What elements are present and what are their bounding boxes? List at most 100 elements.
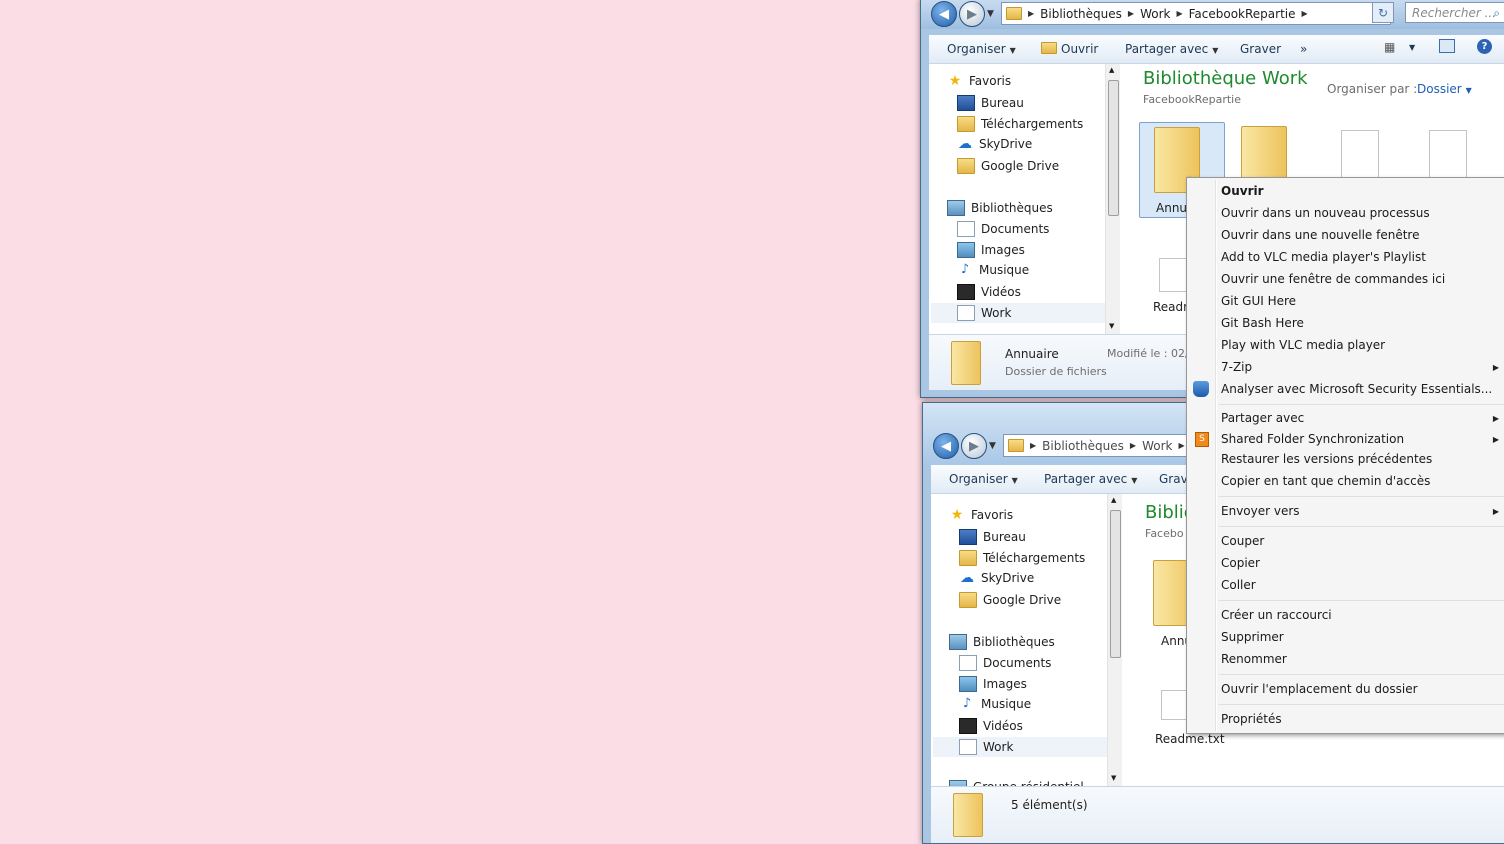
nav-bibliotheques[interactable]: Bibliothèques [949,634,1055,650]
organize-button[interactable]: Organiser ▼ [947,42,1016,56]
breadcrumb-item[interactable]: Work [1140,7,1170,21]
organize-button[interactable]: Organiser ▼ [949,472,1018,486]
scroll-thumb[interactable] [1108,80,1119,216]
menu-item-copier-chemin[interactable]: Copier en tant que chemin d'accès [1221,474,1430,488]
nav-images[interactable]: Images [957,242,1025,258]
nav-favoris[interactable]: ★ Favoris [947,74,1011,88]
menu-item-vlc-play[interactable]: Play with VLC media player [1221,338,1385,352]
nav-skydrive[interactable]: ☁ SkyDrive [957,137,1032,151]
nav-skydrive[interactable]: ☁ SkyDrive [959,571,1034,585]
nav-label: Favoris [969,74,1012,88]
breadcrumb-item[interactable]: FacebookRepartie [1189,7,1296,21]
menu-item-git-gui[interactable]: Git GUI Here [1221,294,1296,308]
menu-item-shared-folder-sync[interactable]: Shared Folder Synchronization [1221,432,1404,446]
scroll-up-icon[interactable]: ▲ [1111,496,1116,504]
nav-telechargements[interactable]: Téléchargements [957,116,1083,132]
recent-pages-dropdown[interactable]: ▼ [987,9,994,19]
nav-bureau[interactable]: Bureau [957,95,1024,111]
nav-work[interactable]: Work [933,737,1107,757]
nav-googledrive[interactable]: Google Drive [957,158,1059,174]
nav-images[interactable]: Images [959,676,1027,692]
nav-telechargements[interactable]: Téléchargements [959,550,1085,566]
menu-item-copier[interactable]: Copier [1221,556,1260,570]
submenu-arrow-icon: ▶ [1492,414,1499,423]
nav-documents[interactable]: Documents [959,655,1051,671]
nav-videos[interactable]: Vidéos [959,718,1023,734]
recent-pages-dropdown[interactable]: ▼ [989,441,996,451]
breadcrumb-item[interactable]: Work [1142,439,1172,453]
menu-item-renommer[interactable]: Renommer [1221,652,1287,666]
refresh-button[interactable]: ↻ [1372,2,1394,23]
search-icon: ⌕ [1493,6,1500,20]
menu-item-ouvrir[interactable]: Ouvrir [1221,184,1264,198]
menu-item-proprietes[interactable]: Propriétés [1221,712,1282,726]
address-bar[interactable]: ▶ Bibliothèques ▶ Work ▶ FacebookReparti… [1001,2,1391,25]
details-name: Annuaire [1005,347,1059,361]
more-commands-button[interactable]: » [1300,42,1307,56]
submenu-arrow-icon: ▶ [1492,363,1499,372]
scroll-down-icon[interactable]: ▼ [1109,322,1114,330]
menu-item-envoyer-vers[interactable]: Envoyer vers [1221,504,1300,518]
scroll-down-icon[interactable]: ▼ [1111,774,1116,782]
nav-musique[interactable]: ♪ Musique [957,263,1029,278]
nav-documents[interactable]: Documents [957,221,1049,237]
back-button[interactable]: ◀ [933,433,959,459]
menu-item-supprimer[interactable]: Supprimer [1221,630,1284,644]
chevron-right-icon[interactable]: ▶ [1176,9,1182,18]
nav-scrollbar[interactable]: ▲ ▼ [1105,64,1120,334]
chevron-right-icon[interactable]: ▶ [1178,441,1184,450]
menu-item-nouvelle-fenetre[interactable]: Ouvrir dans une nouvelle fenêtre [1221,228,1419,242]
burn-button[interactable]: Graver [1240,42,1281,56]
forward-button[interactable]: ▶ [961,433,987,459]
scroll-thumb[interactable] [1110,510,1121,658]
share-with-button[interactable]: Partager avec ▼ [1044,472,1137,486]
nav-videos[interactable]: Vidéos [957,284,1021,300]
open-button[interactable]: Ouvrir [1041,42,1098,56]
menu-separator [1219,674,1504,675]
breadcrumb-item[interactable]: Bibliothèques [1040,7,1122,21]
nav-bureau[interactable]: Bureau [959,529,1026,545]
chevron-right-icon[interactable]: ▶ [1302,9,1308,18]
menu-item-partager[interactable]: Partager avec [1221,411,1304,425]
nav-bibliotheques[interactable]: Bibliothèques [947,200,1053,216]
chevron-down-icon[interactable]: ▼ [1409,43,1415,52]
menu-item-security-essentials[interactable]: Analyser avec Microsoft Security Essenti… [1221,382,1492,396]
desktop-icon [959,529,977,545]
search-input[interactable]: Rechercher ... ⌕ [1405,2,1504,23]
menu-item-7zip[interactable]: 7-Zip [1221,360,1252,374]
menu-item-git-bash[interactable]: Git Bash Here [1221,316,1304,330]
back-button[interactable]: ◀ [931,1,957,27]
nav-musique[interactable]: ♪ Musique [959,697,1031,712]
menu-item-fenetre-commandes[interactable]: Ouvrir une fenêtre de commandes ici [1221,272,1445,286]
pictures-icon [957,242,975,258]
file-label: Annu [1156,201,1188,215]
forward-button[interactable]: ▶ [959,1,985,27]
nav-googledrive[interactable]: Google Drive [959,592,1061,608]
menu-item-creer-raccourci[interactable]: Créer un raccourci [1221,608,1332,622]
nav-label: Bibliothèques [973,635,1055,649]
menu-item-emplacement-dossier[interactable]: Ouvrir l'emplacement du dossier [1221,682,1418,696]
chevron-down-icon: ▼ [1131,476,1138,485]
preview-pane-icon[interactable] [1439,39,1455,53]
chevron-right-icon[interactable]: ▶ [1130,441,1136,450]
menu-gutter [1215,180,1217,731]
nav-scrollbar[interactable]: ▲ ▼ [1107,494,1122,786]
share-with-button[interactable]: Partager avec ▼ [1125,42,1218,56]
menu-item-coller[interactable]: Coller [1221,578,1256,592]
chevron-right-icon[interactable]: ▶ [1128,9,1134,18]
submenu-arrow-icon: ▶ [1492,507,1499,516]
command-bar: Organiser ▼ Ouvrir Partager avec ▼ Graver … [929,35,1504,64]
help-icon[interactable]: ? [1477,39,1492,54]
nav-work[interactable]: Work [931,303,1105,323]
menu-item-restaurer[interactable]: Restaurer les versions précédentes [1221,452,1432,466]
arrange-by-dropdown[interactable]: Dossier ▼ [1417,82,1472,96]
menu-item-couper[interactable]: Couper [1221,534,1264,548]
chevron-right-icon[interactable]: ▶ [1028,9,1034,18]
breadcrumb-item[interactable]: Bibliothèques [1042,439,1124,453]
view-options-icon[interactable]: ▦ [1384,40,1395,54]
nav-favoris[interactable]: ★ Favoris [949,508,1013,522]
scroll-up-icon[interactable]: ▲ [1109,66,1114,74]
menu-item-nouveau-processus[interactable]: Ouvrir dans un nouveau processus [1221,206,1430,220]
chevron-right-icon[interactable]: ▶ [1030,441,1036,450]
menu-item-vlc-playlist[interactable]: Add to VLC media player's Playlist [1221,250,1426,264]
